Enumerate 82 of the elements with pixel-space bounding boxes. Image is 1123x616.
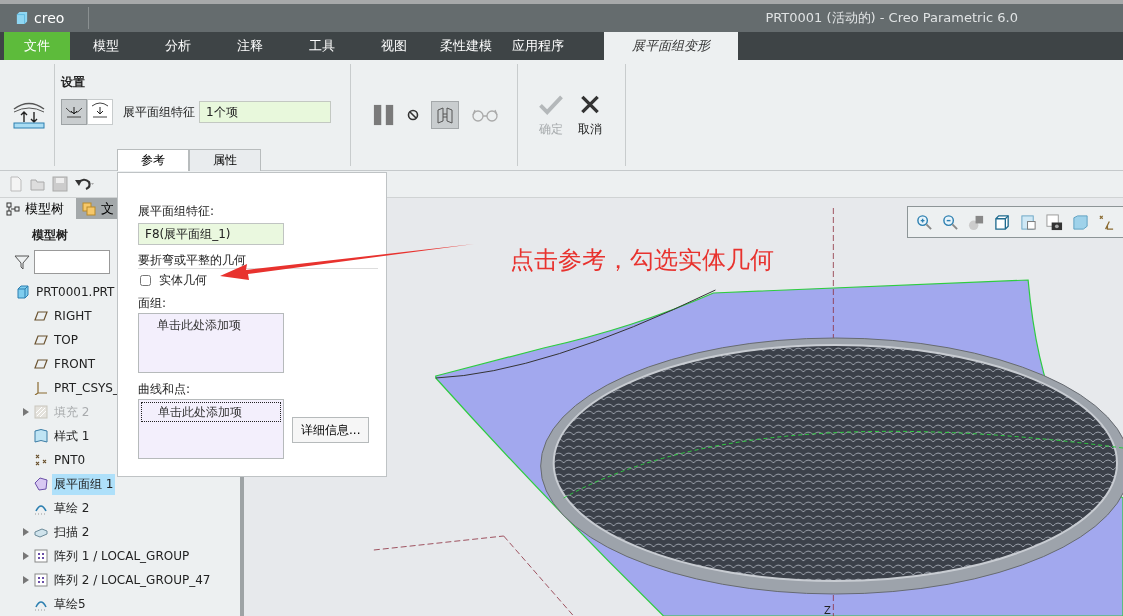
- preview-toggle[interactable]: [431, 101, 459, 129]
- menu-tab[interactable]: 柔性建模: [430, 32, 502, 60]
- tree-item[interactable]: TOP: [52, 331, 80, 349]
- direction-button[interactable]: [87, 99, 113, 125]
- cube-icon: [16, 285, 30, 299]
- panel-tab[interactable]: 文: [76, 198, 120, 219]
- menu-tab[interactable]: 应用程序: [502, 32, 574, 60]
- plane-icon: [34, 309, 48, 323]
- feature-field[interactable]: 1个项: [199, 101, 331, 123]
- expand-arrow-icon[interactable]: [22, 551, 30, 561]
- plane-icon: [34, 333, 48, 347]
- menu-tab[interactable]: 分析: [142, 32, 214, 60]
- sweep-icon: [34, 525, 48, 539]
- panel-tab[interactable]: 属性: [189, 149, 261, 171]
- pattern-icon: [34, 549, 48, 563]
- details-button[interactable]: 详细信息...: [292, 417, 370, 443]
- quilts-collector[interactable]: 单击此处添加项: [138, 313, 284, 373]
- field-label: 面组:: [138, 295, 168, 311]
- collector-hint: 单击此处添加项: [141, 402, 281, 422]
- checkbox[interactable]: [140, 274, 151, 286]
- expand-arrow-icon[interactable]: [22, 575, 30, 585]
- saved-views-icon[interactable]: [1020, 213, 1037, 231]
- menu-tab[interactable]: 模型: [70, 32, 142, 60]
- curves-collector[interactable]: 单击此处添加项: [138, 399, 284, 459]
- checkmark-icon: [538, 94, 564, 115]
- tree-item[interactable]: 草绘5: [52, 593, 88, 615]
- stop-icon[interactable]: [407, 109, 419, 121]
- annotation-text: 点击参考，勾选实体几何: [510, 245, 774, 276]
- field-label: 展平面组特征:: [138, 203, 216, 219]
- field-label: 曲线和点:: [138, 381, 192, 397]
- shading-icon[interactable]: [968, 213, 985, 231]
- tree-item[interactable]: 展平面组 1: [52, 473, 116, 495]
- close-icon: [579, 94, 601, 115]
- axes-icon: [34, 381, 48, 395]
- glasses-icon[interactable]: [471, 108, 499, 122]
- datum-display-icon[interactable]: [1098, 213, 1115, 231]
- search-field[interactable]: [34, 250, 110, 274]
- tree-item[interactable]: PNT0: [52, 451, 88, 469]
- menu-tab[interactable]: 视图: [358, 32, 430, 60]
- checkbox-label[interactable]: 实体几何: [159, 271, 207, 289]
- surface-icon: [34, 429, 48, 443]
- tree-item[interactable]: 样式 1: [52, 425, 92, 447]
- feature-field[interactable]: F8(展平面组_1): [138, 223, 284, 245]
- axis-label: Z: [824, 605, 831, 616]
- folders-icon: [82, 201, 96, 216]
- group-title: 设置: [61, 74, 85, 91]
- tree-item[interactable]: PRT_CSYS_: [52, 379, 121, 397]
- field-label: 展平面组特征: [123, 103, 195, 121]
- plane-icon: [34, 357, 48, 371]
- undo-icon[interactable]: [74, 176, 96, 192]
- tree-icon: [6, 201, 20, 216]
- preview-icon: [435, 105, 455, 125]
- tree-item[interactable]: FRONT: [52, 355, 97, 373]
- expand-arrow-icon[interactable]: [22, 527, 30, 537]
- quilt-icon: [34, 477, 48, 491]
- menu-tab[interactable]: 注释: [214, 32, 286, 60]
- pause-icon[interactable]: [373, 104, 395, 126]
- camera-icon[interactable]: [1046, 213, 1063, 231]
- collector-hint: 单击此处添加项: [156, 317, 242, 334]
- tree-item[interactable]: 阵列 1 / LOCAL_GROUP: [52, 545, 192, 567]
- panel-tab[interactable]: 参考: [117, 149, 189, 171]
- menu-tab[interactable]: 展平面组变形: [604, 32, 738, 60]
- tree-item[interactable]: 扫描 2: [52, 521, 92, 543]
- app-logo: creo: [34, 10, 65, 26]
- tree-item[interactable]: PRT0001.PRT: [34, 283, 117, 301]
- panel-heading: 模型树: [32, 227, 68, 244]
- pattern-icon: [34, 573, 48, 587]
- cancel-button[interactable]: 取消: [578, 94, 602, 138]
- window-title: PRT0001 (活动的) - Creo Parametric 6.0: [765, 9, 1018, 27]
- direction-button[interactable]: [61, 99, 87, 125]
- tree-item[interactable]: 阵列 2 / LOCAL_GROUP_47: [52, 569, 213, 591]
- hatched-square-icon: [34, 405, 48, 419]
- filter-icon[interactable]: [14, 254, 30, 270]
- tree-item[interactable]: 草绘 2: [52, 497, 92, 519]
- tree-item[interactable]: RIGHT: [52, 307, 94, 325]
- cube-icon[interactable]: [994, 213, 1011, 231]
- menu-tab[interactable]: 工具: [286, 32, 358, 60]
- zoom-in-icon[interactable]: [916, 213, 933, 231]
- flatten-quilt-icon[interactable]: [12, 100, 46, 130]
- points-icon: [34, 453, 48, 467]
- zoom-out-icon[interactable]: [942, 213, 959, 231]
- cube-icon: [16, 11, 28, 25]
